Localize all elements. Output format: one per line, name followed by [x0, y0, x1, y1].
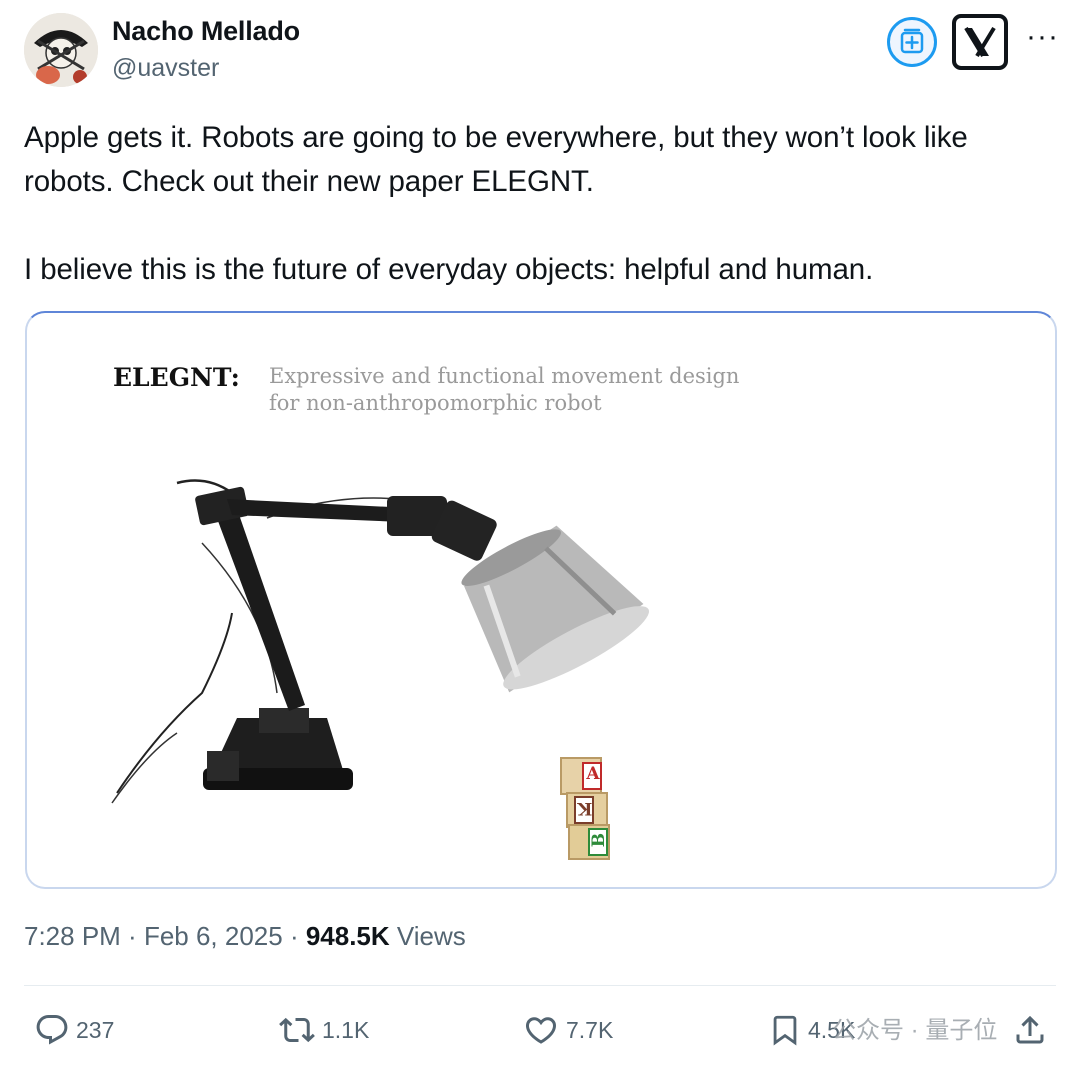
grok-icon[interactable]: [886, 16, 938, 68]
tweet-time[interactable]: 7:28 PM: [24, 921, 121, 951]
paper-subtitle: Expressive and functional movement desig…: [269, 363, 739, 417]
bookmark-icon: [773, 1015, 797, 1046]
tweet-paragraph-2: I believe this is the future of everyday…: [24, 253, 874, 286]
repost-count: 1.1K: [322, 1016, 370, 1043]
like-button[interactable]: 7.7K: [522, 1008, 613, 1052]
block-k: K: [577, 798, 593, 818]
reply-icon: [36, 1015, 68, 1045]
divider: [24, 985, 1056, 986]
tweet-date[interactable]: Feb 6, 2025: [144, 921, 283, 951]
share-icon: [1016, 1015, 1044, 1044]
reply-button[interactable]: 237: [34, 1008, 114, 1052]
share-button[interactable]: [1012, 1008, 1048, 1052]
repost-button[interactable]: 1.1K: [278, 1008, 369, 1052]
x-logo-icon[interactable]: [952, 14, 1008, 70]
author-name[interactable]: Nacho Mellado: [112, 16, 300, 47]
avatar[interactable]: [24, 13, 98, 87]
repost-icon: [279, 1017, 315, 1043]
paper-title: ELEGNT:: [113, 363, 240, 392]
views-count: 948.5K: [305, 921, 390, 951]
author-handle[interactable]: @uavster: [112, 54, 219, 83]
meta-separator: ·: [282, 921, 306, 951]
media-video[interactable]: ELEGNT: Expressive and functional moveme…: [25, 311, 1057, 889]
tweet-text: Apple gets it. Robots are going to be ev…: [24, 116, 1060, 292]
tweet-meta: 7:28 PM · Feb 6, 2025 · 948.5K Views: [24, 921, 466, 952]
reply-count: 237: [76, 1016, 115, 1043]
views-label: Views: [389, 921, 466, 951]
block-b: B: [589, 832, 609, 848]
meta-separator: ·: [120, 921, 144, 951]
paper-subtitle-line-1: Expressive and functional movement desig…: [269, 364, 740, 388]
block-a: A: [586, 764, 600, 784]
avatar-image: [24, 13, 98, 87]
tweet-paragraph-1: Apple gets it. Robots are going to be ev…: [24, 121, 968, 198]
like-count: 7.7K: [566, 1016, 614, 1043]
heart-icon: [525, 1017, 557, 1044]
watermark: 公众号 · 量子位: [832, 1017, 998, 1044]
more-icon[interactable]: ···: [1026, 20, 1059, 54]
paper-subtitle-line-2: for non-anthropomorphic robot: [269, 391, 602, 415]
